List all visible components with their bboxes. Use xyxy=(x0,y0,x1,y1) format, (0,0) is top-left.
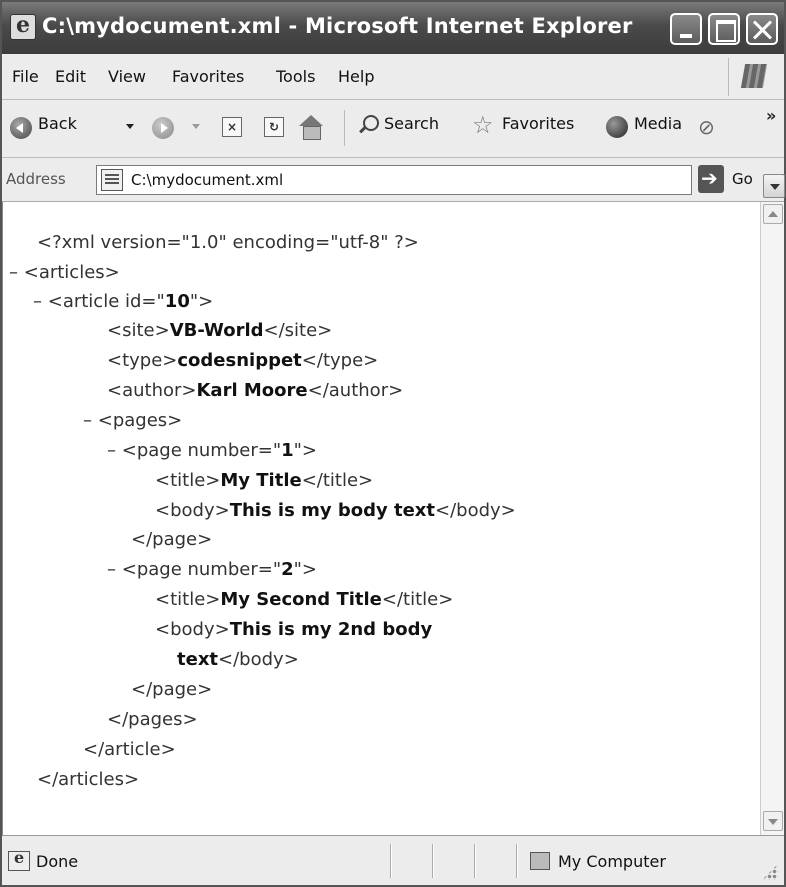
scroll-down-icon[interactable] xyxy=(763,811,783,831)
address-value[interactable]: C:\mydocument.xml xyxy=(131,171,283,189)
xml-node-page-close: </page> xyxy=(131,529,213,550)
window-title: C:\mydocument.xml - Microsoft Internet E… xyxy=(42,14,633,38)
address-bar: Address C:\mydocument.xml Go xyxy=(2,158,785,202)
go-button[interactable]: Go xyxy=(732,170,753,188)
title-bar[interactable]: C:\mydocument.xml - Microsoft Internet E… xyxy=(2,2,784,54)
xml-file-icon xyxy=(101,169,123,191)
back-arrow-icon[interactable] xyxy=(10,117,32,139)
favorites-star-icon[interactable]: ☆ xyxy=(472,111,494,139)
collapse-toggle[interactable]: – xyxy=(107,559,116,580)
xml-node-type: <type>codesnippet</type> xyxy=(107,350,379,371)
toolbar: Back × ↻ Search ☆ Favorites Media ⊘ » xyxy=(2,100,784,158)
collapse-toggle[interactable]: – xyxy=(107,440,116,461)
media-icon[interactable] xyxy=(606,116,628,138)
menu-bar: File Edit View Favorites Tools Help xyxy=(2,54,784,100)
xml-node-page-2: – <page number="2"> xyxy=(107,559,318,580)
menu-edit[interactable]: Edit xyxy=(55,67,86,86)
browser-window: C:\mydocument.xml - Microsoft Internet E… xyxy=(0,0,786,887)
toolbar-separator xyxy=(344,110,345,146)
menu-tools[interactable]: Tools xyxy=(276,67,315,86)
xml-node-title: <title>My Second Title</title> xyxy=(155,589,454,610)
menu-favorites[interactable]: Favorites xyxy=(172,67,244,86)
resize-grip-icon[interactable] xyxy=(762,864,778,880)
menu-file[interactable]: File xyxy=(12,67,39,86)
status-divider xyxy=(432,844,433,878)
menu-view[interactable]: View xyxy=(108,67,146,86)
xml-node-body: <body>This is my 2nd body xyxy=(155,619,433,640)
go-arrow-icon[interactable] xyxy=(698,165,724,193)
xml-node-articles: – <articles> xyxy=(9,262,120,283)
vertical-scrollbar[interactable] xyxy=(760,202,784,835)
xml-node-title: <title>My Title</title> xyxy=(155,470,374,491)
status-divider xyxy=(516,844,517,878)
collapse-toggle[interactable]: – xyxy=(83,410,92,431)
xml-node-pages: – <pages> xyxy=(83,410,183,431)
forward-dropdown-icon[interactable] xyxy=(192,124,200,129)
media-button[interactable]: Media xyxy=(634,114,682,133)
back-button[interactable]: Back xyxy=(38,114,77,133)
xml-node-author: <author>Karl Moore</author> xyxy=(107,380,404,401)
status-divider xyxy=(474,844,475,878)
security-zone-label: My Computer xyxy=(558,852,666,871)
xml-node-pages-close: </pages> xyxy=(107,709,198,730)
menu-help[interactable]: Help xyxy=(338,67,374,86)
minimize-button[interactable] xyxy=(670,13,702,45)
address-label: Address xyxy=(6,170,66,188)
xml-node-body-wrap: text</body> xyxy=(177,649,299,670)
address-input[interactable]: C:\mydocument.xml xyxy=(96,165,785,198)
xml-node-articles-close: </articles> xyxy=(37,769,140,790)
status-divider xyxy=(390,844,391,878)
xml-node-article: – <article id="10"> xyxy=(33,291,214,312)
home-icon[interactable] xyxy=(299,115,323,140)
collapse-toggle[interactable]: – xyxy=(33,291,42,312)
xml-node-page-close: </page> xyxy=(131,679,213,700)
xml-node-article-close: </article> xyxy=(83,739,176,760)
toolbar-overflow-chevron[interactable]: » xyxy=(766,106,776,125)
search-button[interactable]: Search xyxy=(384,114,439,133)
address-dropdown-icon[interactable] xyxy=(763,174,785,198)
status-text: Done xyxy=(36,852,79,871)
search-icon[interactable] xyxy=(358,115,379,135)
forward-arrow-icon[interactable] xyxy=(152,117,174,139)
xml-declaration: <?xml version="1.0" encoding="utf-8" ?> xyxy=(37,232,419,253)
status-bar: Done My Computer xyxy=(2,835,784,885)
scroll-up-icon[interactable] xyxy=(763,204,783,224)
xml-node-page-1: – <page number="1"> xyxy=(107,440,318,461)
close-button[interactable] xyxy=(746,13,778,45)
maximize-button[interactable] xyxy=(708,13,740,45)
collapse-toggle[interactable]: – xyxy=(9,262,18,283)
windows-flag-icon xyxy=(728,58,782,96)
back-dropdown-icon[interactable] xyxy=(126,124,134,129)
xml-node-site: <site>VB-World</site> xyxy=(107,320,333,341)
favorites-button[interactable]: Favorites xyxy=(502,114,574,133)
xml-node-body: <body>This is my body text</body> xyxy=(155,500,516,521)
page-status-icon xyxy=(8,848,30,871)
my-computer-icon xyxy=(530,852,550,870)
ie-app-icon[interactable] xyxy=(10,12,36,40)
refresh-icon[interactable]: ↻ xyxy=(264,117,284,137)
history-icon[interactable]: ⊘ xyxy=(698,115,715,139)
xml-document-view: <?xml version="1.0" encoding="utf-8" ?> … xyxy=(2,202,760,835)
stop-icon[interactable]: × xyxy=(222,117,242,137)
